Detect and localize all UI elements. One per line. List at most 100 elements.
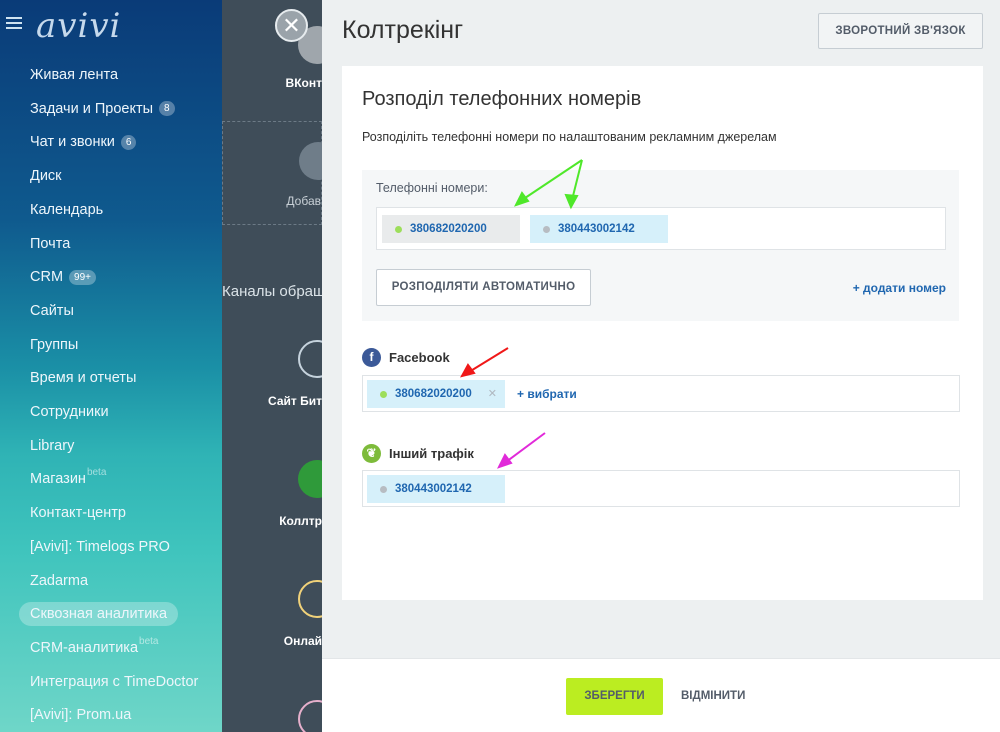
tile-add[interactable]: Добав	[222, 121, 322, 225]
sidebar-item-label: CRM	[30, 269, 64, 286]
source-other-header: ❦ Інший трафік	[362, 443, 474, 463]
sidebar-item[interactable]: Живая лента	[30, 63, 118, 87]
sidebar-item[interactable]: Чат и звонки 6	[30, 130, 137, 154]
sidebar-item[interactable]: Задачи и Проекты 8	[30, 97, 175, 121]
tile-label: Коллтр	[279, 514, 322, 528]
site-icon	[298, 340, 322, 378]
sidebar-item[interactable]: Почта	[30, 232, 70, 256]
sidebar-item-label: [Avivi]: Timelogs PRO	[30, 538, 170, 555]
status-dot	[380, 486, 387, 493]
sidebar-item-label: Library	[30, 437, 75, 454]
source-name: Інший трафік	[389, 445, 474, 461]
feedback-button[interactable]: ЗВОРОТНИЙ ЗВ'ЯЗОК	[818, 13, 983, 49]
phone-number: 380682020200	[395, 388, 472, 400]
choose-number-link[interactable]: + вибрати	[517, 387, 577, 401]
source-name: Facebook	[389, 349, 450, 365]
beta-label: beta	[86, 467, 107, 479]
sidebar-item[interactable]: Время и отчеты	[30, 366, 136, 390]
sidebar-item-label: Контакт-центр	[30, 505, 126, 522]
phone-icon	[298, 460, 322, 498]
sidebar-item-label: Диск	[30, 168, 62, 185]
sidebar-item[interactable]: Календарь	[30, 198, 103, 222]
source-facebook-box[interactable]: 380682020200 ✕ + вибрати	[362, 375, 960, 412]
left-sidebar: avivi Живая лента Задачи и Проекты 8 Чат и …	[0, 0, 222, 732]
sidebar-item-label: Чат и звонки	[30, 134, 115, 151]
counter-badge: 6	[120, 134, 137, 150]
slider-footer: ЗБЕРЕГТИ ВІДМІНИТИ	[322, 658, 1000, 732]
counter-badge: 99+	[69, 269, 96, 285]
distribution-card: Розподіл телефонних номерів Розподіліть …	[342, 66, 983, 600]
channels-heading: Каналы обращ	[222, 283, 322, 300]
facebook-icon: f	[362, 347, 381, 367]
sidebar-item-label: Группы	[30, 336, 79, 353]
tile-calltracking[interactable]: Коллтр	[222, 440, 322, 544]
source-facebook-header: f Facebook	[362, 347, 450, 367]
sidebar-item[interactable]: Диск	[30, 164, 62, 188]
status-dot	[380, 391, 387, 398]
remove-icon[interactable]: ✕	[488, 380, 497, 408]
phone-tag[interactable]: 380682020200	[382, 215, 520, 243]
phone-number: 380443002142	[395, 483, 472, 495]
tile-label: Сайт Бит	[268, 394, 322, 408]
phone-numbers-label: Телефонні номери:	[376, 181, 488, 195]
app-logo[interactable]: avivi	[36, 6, 121, 46]
sidebar-item-label: Живая лента	[30, 67, 119, 83]
sidebar-item[interactable]: Library	[30, 434, 74, 458]
sidebar-item[interactable]: Сквозная аналитика	[19, 602, 179, 627]
beta-label: beta	[139, 635, 159, 647]
sidebar-item[interactable]: [Avivi]: Timelogs PRO	[30, 535, 170, 559]
phone-numbers-box[interactable]: 380682020200 380443002142	[376, 207, 946, 250]
chat-icon	[298, 580, 322, 618]
sidebar-item-label: Время и отчеты	[30, 370, 137, 387]
sidebar-item[interactable]: Сотрудники	[30, 400, 109, 424]
tile-label: Онлай	[283, 634, 322, 648]
sidebar-item[interactable]: Сайты	[30, 299, 74, 323]
tile-instagram[interactable]	[222, 680, 322, 732]
phone-tag[interactable]: 380443002142	[367, 475, 505, 503]
phone-number: 380682020200	[410, 223, 487, 235]
close-slider-button[interactable]: ✕	[275, 9, 308, 42]
cancel-button[interactable]: ВІДМІНИТИ	[681, 678, 745, 715]
distribute-automatically-button[interactable]: РОЗПОДІЛЯТИ АВТОМАТИЧНО	[376, 269, 591, 306]
tile-site[interactable]: Сайт Бит	[222, 320, 322, 424]
phone-tag[interactable]: 380682020200 ✕	[367, 380, 505, 408]
sidebar-item-label: Календарь	[30, 201, 104, 218]
page-title: Колтрекінг	[342, 16, 464, 44]
sidebar-item-label: Задачи и Проекты	[30, 100, 154, 117]
sidebar-item-label: CRM-аналитика	[30, 639, 139, 656]
leaf-icon: ❦	[362, 443, 381, 463]
plus-icon	[299, 142, 322, 180]
card-description: Розподіліть телефонні номери по налаштов…	[362, 130, 777, 144]
phone-tag[interactable]: 380443002142	[530, 215, 668, 243]
sidebar-item[interactable]: CRM 99+	[30, 265, 96, 289]
source-other-box[interactable]: 380443002142	[362, 470, 960, 507]
sidebar-item[interactable]: Магазин beta	[30, 467, 106, 491]
save-button[interactable]: ЗБЕРЕГТИ	[566, 678, 663, 715]
background-channels-grid: ВКонт Добав Сайт Бит Коллтр Онлай	[222, 0, 322, 732]
tile-online[interactable]: Онлай	[222, 560, 322, 664]
sidebar-item-label: Почта	[30, 235, 71, 252]
sidebar-item[interactable]: Zadarma	[30, 569, 88, 593]
sidebar-item-label: [Avivi]: Prom.ua	[30, 707, 132, 724]
phone-numbers-section: Телефонні номери: 380682020200 380443002…	[362, 170, 959, 321]
sidebar-item-label: Интеграция с TimeDoctor	[30, 673, 199, 690]
counter-badge: 8	[159, 101, 175, 117]
tile-label: Добав	[286, 194, 321, 208]
sidebar-item[interactable]: Группы	[30, 333, 78, 357]
add-number-link[interactable]: + додати номер	[853, 281, 946, 295]
card-title: Розподіл телефонних номерів	[362, 88, 642, 110]
status-dot	[395, 226, 402, 233]
calltracking-slider: Колтрекінг ЗВОРОТНИЙ ЗВ'ЯЗОК Розподіл те…	[322, 0, 1000, 732]
sidebar-item[interactable]: [Avivi]: Prom.ua	[30, 703, 131, 727]
sidebar-item[interactable]: Контакт-центр	[30, 501, 126, 525]
sidebar-item-label: Zadarma	[30, 572, 89, 589]
tile-label: ВКонт	[285, 76, 322, 90]
hamburger-menu-icon[interactable]	[6, 17, 22, 31]
sidebar-item[interactable]: CRM-аналитика beta	[30, 636, 158, 660]
sidebar-item[interactable]: Интеграция с TimeDoctor	[30, 670, 198, 694]
sidebar-item-label: Сотрудники	[30, 404, 109, 420]
sidebar-item-label: Магазин	[30, 471, 86, 488]
instagram-icon	[298, 700, 322, 732]
tile-vkontakte[interactable]: ВКонт	[222, 0, 322, 104]
sidebar-item-label: Сайты	[30, 302, 74, 319]
